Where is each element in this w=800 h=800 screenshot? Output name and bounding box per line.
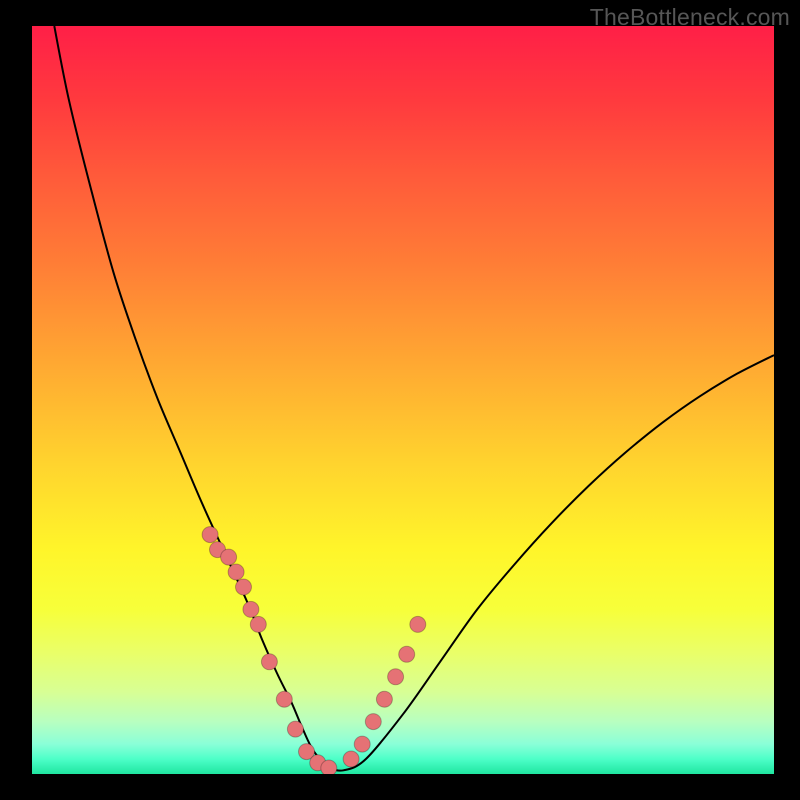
highlight-dot	[354, 736, 370, 752]
highlight-dot	[343, 751, 359, 767]
bottleneck-curve	[54, 26, 774, 771]
chart-overlay	[32, 26, 774, 774]
highlight-dot	[388, 669, 404, 685]
highlight-dot	[276, 691, 292, 707]
highlight-dot	[365, 714, 381, 730]
highlight-dot	[287, 721, 303, 737]
highlight-dot	[410, 616, 426, 632]
highlight-dot	[250, 616, 266, 632]
highlight-dot	[202, 527, 218, 543]
highlight-dots-group	[202, 527, 426, 774]
highlight-dot	[243, 601, 259, 617]
chart-plot-area	[32, 26, 774, 774]
highlight-dot	[228, 564, 244, 580]
highlight-dot	[321, 760, 337, 774]
highlight-dot	[261, 654, 277, 670]
highlight-dot	[221, 549, 237, 565]
highlight-dot	[399, 646, 415, 662]
highlight-dot	[376, 691, 392, 707]
watermark-text: TheBottleneck.com	[590, 4, 790, 31]
chart-frame: TheBottleneck.com	[0, 0, 800, 800]
highlight-dot	[236, 579, 252, 595]
